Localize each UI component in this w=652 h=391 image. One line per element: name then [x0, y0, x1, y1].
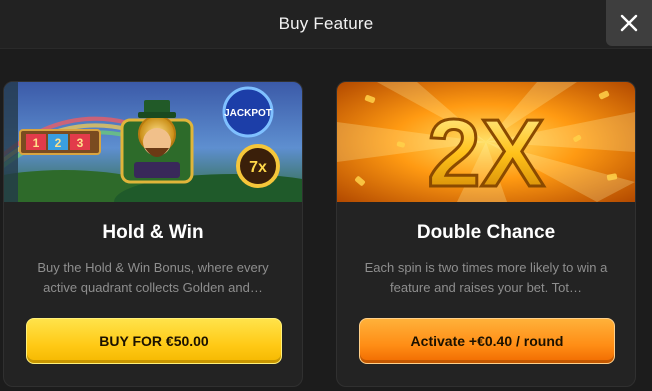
close-button[interactable]: [606, 0, 652, 46]
feature-card-double-chance: 2X Double Chance Each spin is two times …: [336, 81, 636, 387]
jackpot-label: JACKPOT: [224, 108, 272, 119]
reel-3-label: 3: [77, 136, 84, 150]
reel-2-label: 2: [55, 136, 62, 150]
feature-card-hold-and-win: 1 2 3 JACKPOT 7x Hold & Win Buy the Hold…: [3, 81, 303, 387]
double-chance-2x-label: 2X: [427, 100, 544, 202]
double-chance-banner: 2X: [337, 82, 635, 202]
hold-and-win-title: Hold & Win: [102, 222, 204, 243]
multiplier-label: 7x: [249, 159, 267, 176]
reel-1-label: 1: [33, 136, 40, 150]
double-chance-description: Each spin is two times more likely to wi…: [364, 260, 608, 295]
buy-hold-and-win-button[interactable]: BUY FOR €50.00: [26, 318, 282, 364]
hold-and-win-description: Buy the Hold & Win Bonus, where every ac…: [37, 260, 269, 295]
activate-button-label: Activate +€0.40 / round: [410, 333, 564, 349]
activate-double-chance-button[interactable]: Activate +€0.40 / round: [359, 318, 615, 364]
double-chance-title: Double Chance: [416, 222, 556, 243]
hold-and-win-banner: 1 2 3 JACKPOT 7x: [4, 82, 302, 202]
page-title: Buy Feature: [278, 14, 374, 33]
header-bar: Buy Feature: [0, 0, 652, 49]
close-icon: [620, 14, 638, 32]
hold-and-win-artwork: 1 2 3 JACKPOT 7x: [4, 82, 302, 202]
double-chance-artwork: 2X: [337, 82, 635, 202]
buy-button-label: BUY FOR €50.00: [99, 333, 209, 349]
